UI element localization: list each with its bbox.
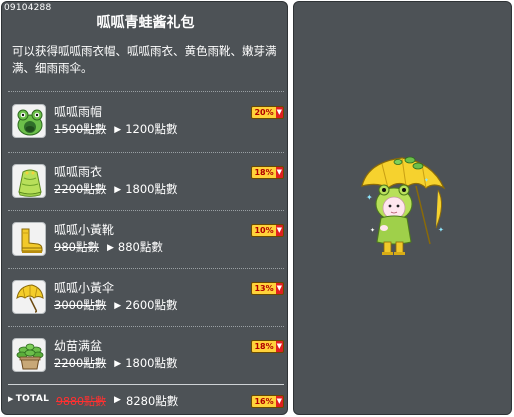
package-title: 呱呱青蛙酱礼包 (96, 15, 195, 31)
down-arrow-icon: ▼ (275, 225, 283, 236)
svg-text:✦: ✦ (366, 193, 373, 202)
total-discount-badge: 16% ▼ (251, 395, 284, 408)
divider (8, 91, 284, 92)
discount-percent: 18% (252, 167, 276, 178)
list-item-2[interactable]: 呱呱小黃靴 980點數 ▶ 880點數 10% ▼ (12, 220, 284, 264)
original-price: 980點數 (54, 240, 99, 254)
divider (8, 210, 284, 211)
discount-percent: 13% (252, 283, 276, 294)
sale-price: 880點數 (117, 240, 163, 254)
price-line: 2200點數 ▶ 1800點數 (54, 355, 177, 371)
total-original-price: 9880點數 (56, 395, 106, 408)
item-name: 呱呱雨帽 (54, 105, 103, 119)
down-arrow-icon: ▼ (275, 396, 283, 407)
sprout-pot-icon (12, 338, 46, 372)
discount-badge: 18% ▼ (251, 166, 284, 179)
total-label-text: TOTAL (15, 394, 50, 404)
price-line: 1500點數 ▶ 1200點數 (54, 121, 177, 137)
discount-percent: 18% (252, 341, 276, 352)
original-price: 2200點數 (54, 356, 107, 370)
list-item-3[interactable]: 呱呱小黃伞 3000點數 ▶ 2600點數 13% ▼ (12, 278, 284, 322)
divider (8, 268, 284, 269)
sale-price: 2600點數 (125, 298, 178, 312)
package-window: 09104288 呱呱青蛙酱礼包 可以获得呱呱雨衣帽、呱呱雨衣、黄色雨靴、嫩芽满… (0, 0, 514, 417)
down-arrow-icon: ▼ (275, 283, 283, 294)
yellow-boots-icon (12, 222, 46, 256)
arrow-right-icon: ▶ (114, 185, 122, 195)
original-price: 3000點數 (54, 298, 107, 312)
item-name: 呱呱小黃靴 (54, 223, 115, 237)
sale-price: 1200點數 (125, 122, 178, 136)
discount-percent: 16% (252, 396, 276, 407)
character-preview-panel: ✦ ✦ ✦ ✦ (293, 1, 512, 415)
svg-text:✦: ✦ (370, 227, 375, 234)
sale-price: 1800點數 (125, 356, 178, 370)
list-item-4[interactable]: 幼苗满盆 2200點數 ▶ 1800點數 18% ▼ (12, 336, 284, 380)
price-line: 3000點數 ▶ 2600點數 (54, 297, 177, 313)
total-label: ▶ TOTAL (8, 394, 49, 404)
item-name: 呱呱雨衣 (54, 165, 103, 179)
svg-text:✦: ✦ (438, 226, 444, 234)
divider (8, 326, 284, 327)
triangle-right-icon: ▶ (8, 395, 14, 403)
price-line: 980點數 ▶ 880點數 (54, 239, 163, 255)
svg-text:✦: ✦ (424, 177, 429, 184)
price-line: 2200點數 ▶ 1800點數 (54, 181, 177, 197)
package-description: 可以获得呱呱雨衣帽、呱呱雨衣、黄色雨靴、嫩芽满满、细雨雨伞。 (12, 44, 277, 75)
item-name: 幼苗满盆 (54, 339, 103, 353)
arrow-right-icon: ▶ (114, 125, 122, 135)
frog-hat-icon (12, 104, 46, 138)
total-sale-price: 8280點數 (126, 394, 179, 408)
discount-badge: 13% ▼ (251, 282, 284, 295)
arrow-right-icon: ▶ (114, 359, 122, 369)
down-arrow-icon: ▼ (275, 341, 283, 352)
discount-percent: 10% (252, 225, 276, 236)
list-item-0[interactable]: 呱呱雨帽 1500點數 ▶ 1200點數 20% ▼ (12, 102, 284, 146)
frog-raincoat-icon (12, 164, 46, 198)
arrow-right-icon: ▶ (114, 395, 121, 405)
original-price: 2200點數 (54, 182, 107, 196)
divider (8, 152, 284, 153)
discount-percent: 20% (252, 107, 276, 118)
list-item-1[interactable]: 呱呱雨衣 2200點數 ▶ 1800點數 18% ▼ (12, 162, 284, 206)
character-preview-image: ✦ ✦ ✦ ✦ (361, 156, 446, 255)
arrow-right-icon: ▶ (114, 301, 122, 311)
original-price: 1500點數 (54, 122, 107, 136)
package-info-panel: 09104288 呱呱青蛙酱礼包 可以获得呱呱雨衣帽、呱呱雨衣、黄色雨靴、嫩芽满… (1, 1, 288, 415)
sale-price: 1800點數 (125, 182, 178, 196)
discount-badge: 18% ▼ (251, 340, 284, 353)
discount-badge: 10% ▼ (251, 224, 284, 237)
total-row: ▶ TOTAL 9880點數 ▶ 8280點數 16% ▼ (8, 391, 284, 409)
down-arrow-icon: ▼ (275, 107, 283, 118)
item-name: 呱呱小黃伞 (54, 281, 115, 295)
down-arrow-icon: ▼ (275, 167, 283, 178)
yellow-umbrella-icon (12, 280, 46, 314)
discount-badge: 20% ▼ (251, 106, 284, 119)
total-divider (8, 384, 284, 385)
arrow-right-icon: ▶ (106, 243, 114, 253)
